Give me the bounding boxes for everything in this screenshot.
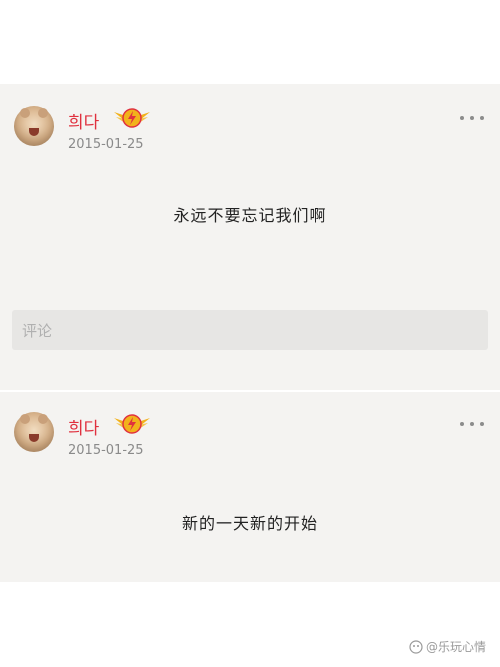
app-logo-icon [409,639,423,654]
avatar[interactable] [14,106,54,146]
post-date: 2015-01-25 [68,137,144,152]
username[interactable]: 희다 [68,414,99,439]
comment-input[interactable]: 评论 [12,310,488,350]
comment-placeholder: 评论 [22,322,53,340]
post-content: 新的一天新的开始 [181,514,318,533]
post-card: 희다 2015-01-25 新的一天新的开始 [0,392,500,582]
more-dots-icon[interactable] [460,419,484,429]
crown-wings-badge-icon [114,108,150,128]
post-date: 2015-01-25 [68,443,144,458]
username[interactable]: 희다 [68,108,99,133]
avatar[interactable] [14,412,54,452]
post-content: 永远不要忘记我们啊 [173,206,327,225]
watermark: @乐玩心情 [409,638,486,655]
watermark-text: @乐玩心情 [425,640,486,654]
more-dots-icon[interactable] [460,113,484,123]
crown-wings-badge-icon [114,414,150,434]
post-card: 희다 2015-01-25 永远不要忘记我们啊 评论 [0,84,500,390]
